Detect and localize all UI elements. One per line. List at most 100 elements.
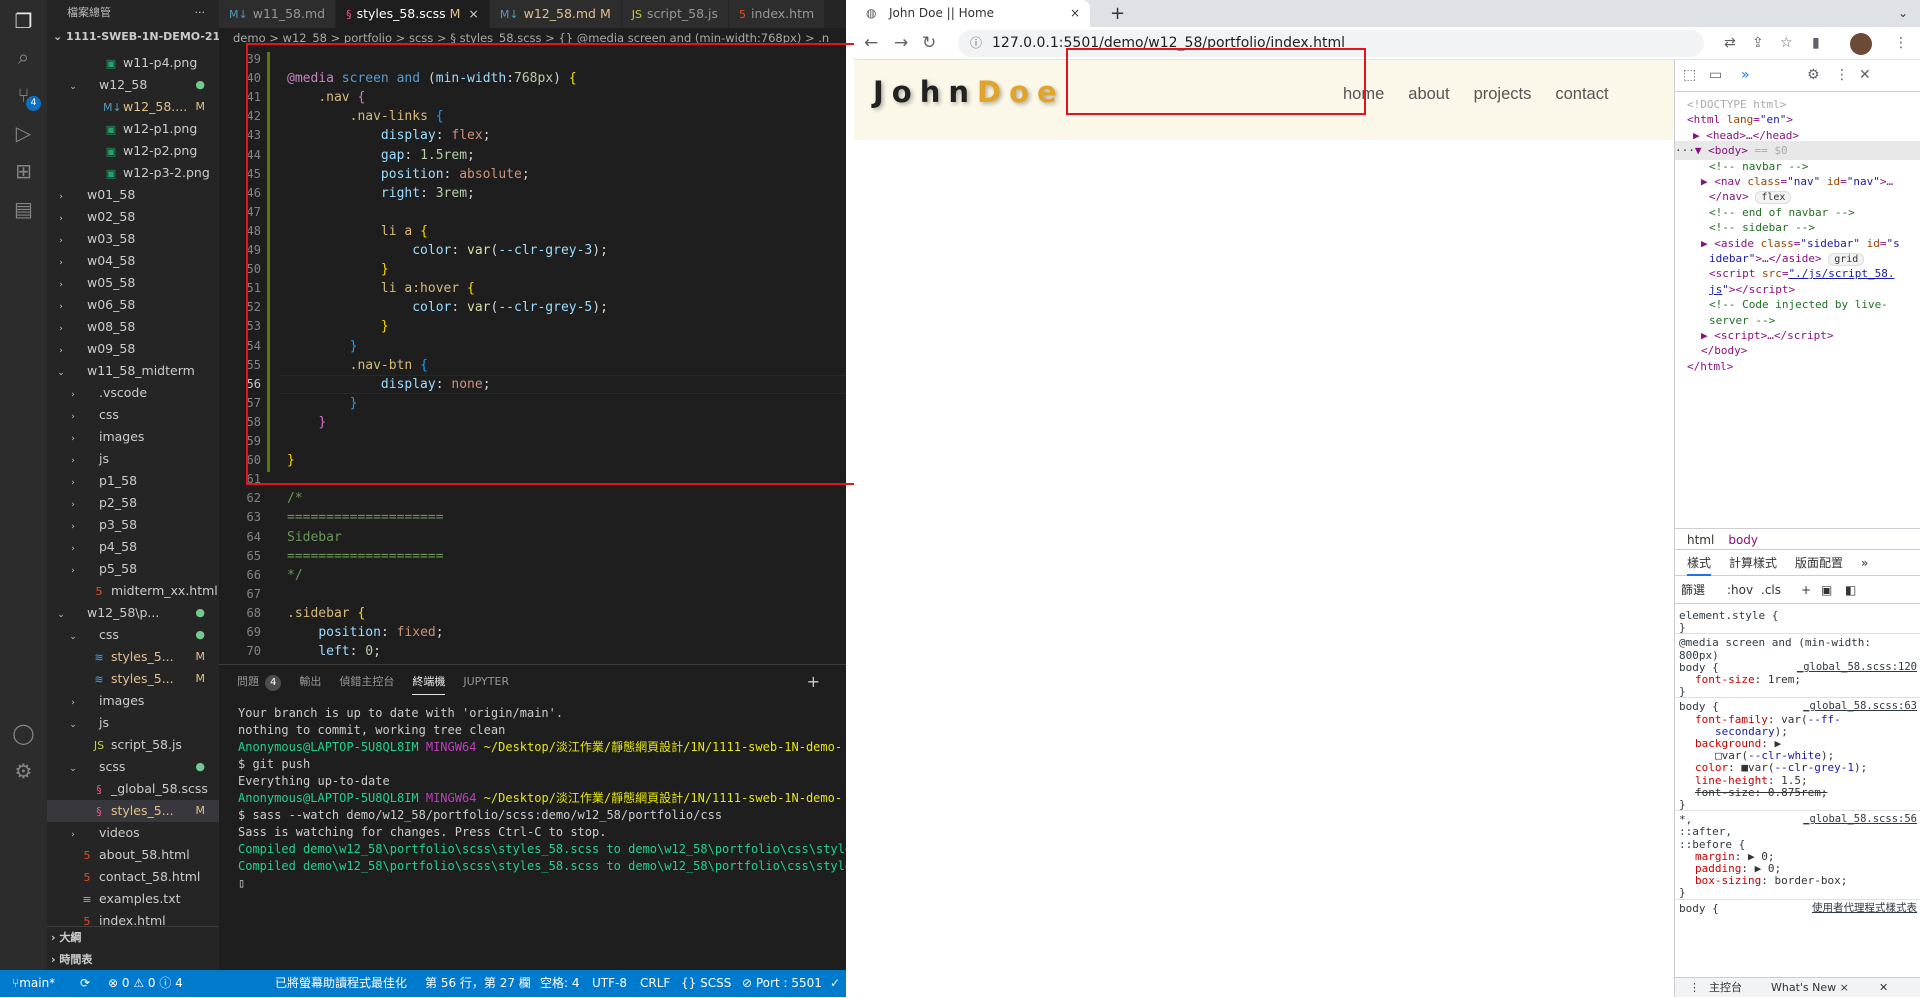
tree-item[interactable]: ≋ styles_5... M — [47, 668, 219, 690]
styles-pane[interactable]: element.style {} @media screen and (min-w… — [1675, 604, 1920, 997]
tree-item[interactable]: ⌄ w12_58 ● — [47, 74, 219, 96]
style-source-link[interactable]: 使用者代理程式樣式表 — [1812, 901, 1917, 916]
close-tab-icon[interactable]: × — [468, 6, 478, 21]
tree-item[interactable]: 5 midterm_xx.html — [47, 580, 219, 602]
settings-gear-icon[interactable]: ⚙ — [10, 758, 37, 785]
tree-item[interactable]: 5 about_58.html — [47, 844, 219, 866]
tree-item[interactable]: › .vscode — [47, 382, 219, 404]
style-line[interactable]: font-size: 1rem; — [1695, 672, 1801, 687]
tree-item[interactable]: › w06_58 — [47, 294, 219, 316]
style-line[interactable]: body { — [1679, 901, 1719, 916]
devtools-settings-icon[interactable]: ⚙ — [1807, 67, 1820, 83]
explorer-icon[interactable]: ❐ — [10, 8, 37, 35]
site-brand[interactable]: JohnDoe — [873, 75, 1065, 109]
tree-item[interactable]: ⌄ css ● — [47, 624, 219, 646]
tree-item[interactable]: § _global_58.scss — [47, 778, 219, 800]
devtools-menu-icon[interactable]: ⋮ — [1835, 67, 1849, 83]
indentation[interactable]: 空格: 4 — [540, 970, 580, 997]
editor-tab[interactable]: M↓ w12_58.md M — [489, 0, 622, 28]
tree-item[interactable]: › videos — [47, 822, 219, 844]
tree-item[interactable]: › w05_58 — [47, 272, 219, 294]
style-line[interactable]: box-sizing: border-box; — [1695, 873, 1847, 888]
drawer-console-tab[interactable]: 主控台 — [1709, 978, 1742, 998]
sync-icon[interactable]: ⟳ — [80, 970, 90, 997]
add-rule-icon[interactable]: + — [1801, 576, 1811, 604]
site-info-icon[interactable]: ⓘ — [970, 30, 982, 57]
color-format-icon[interactable]: ▣ — [1821, 576, 1832, 604]
cursor-position[interactable]: 第 56 行，第 27 欄 — [425, 970, 531, 997]
tree-item[interactable]: › p3_58 — [47, 514, 219, 536]
outline-section[interactable]: › 大綱 — [47, 927, 219, 949]
drawer-whatsnew-tab[interactable]: What's New × — [1771, 978, 1849, 998]
tree-item[interactable]: ≋ styles_5... M — [47, 646, 219, 668]
new-tab-button[interactable]: + — [1110, 0, 1125, 27]
menu-kebab-icon[interactable]: ⋮ — [1894, 27, 1908, 60]
run-debug-icon[interactable]: ▷ — [10, 120, 37, 147]
tree-item[interactable]: JS script_58.js — [47, 734, 219, 756]
forward-arrow-icon[interactable]: → — [894, 27, 908, 60]
styles-tab[interactable]: » — [1861, 556, 1868, 570]
nav-link-about[interactable]: about — [1408, 85, 1449, 104]
tree-item[interactable]: › images — [47, 690, 219, 712]
panel-tab[interactable]: 輸出 — [299, 675, 321, 688]
styles-tab[interactable]: 版面配置 — [1795, 556, 1843, 570]
drawer-close-icon[interactable]: ✕ — [1879, 978, 1888, 998]
close-tab-icon[interactable]: × — [1070, 0, 1080, 27]
workspace-root[interactable]: ⌄ 1111-SWEB-1N-DEMO-211... — [47, 26, 219, 48]
terminal-output[interactable]: Your branch is up to date with 'origin/m… — [219, 699, 846, 892]
tree-item[interactable]: ▣ w12-p3-2.png — [47, 162, 219, 184]
more-actions-icon[interactable]: ··· — [195, 0, 206, 26]
drawer-menu-icon[interactable]: ⋮ — [1689, 981, 1700, 994]
panel-tab[interactable]: 終端機 — [412, 675, 446, 695]
tree-item[interactable]: ⌄ w12_58\p... ● — [47, 602, 219, 624]
styles-tab[interactable]: 樣式 — [1687, 556, 1712, 576]
style-line[interactable]: element.style { — [1679, 608, 1778, 623]
tab-search-icon[interactable]: ⌄ — [1898, 0, 1908, 27]
search-icon[interactable]: ⌕ — [10, 44, 37, 71]
bookmark-star-icon[interactable]: ☆ — [1780, 27, 1793, 60]
tree-item[interactable]: › p5_58 — [47, 558, 219, 580]
dom-crumb-body[interactable]: body — [1728, 533, 1758, 547]
problems-indicator[interactable]: ⊗ 0 ⚠ 0 ⓘ 4 — [108, 970, 183, 997]
nav-link-home[interactable]: home — [1343, 85, 1384, 104]
tree-item[interactable]: › w09_58 — [47, 338, 219, 360]
side-panel-icon[interactable]: ▮ — [1812, 27, 1820, 60]
line-ending[interactable]: CRLF — [640, 970, 670, 997]
address-bar[interactable]: ⓘ 127.0.0.1:5501/demo/w12_58/portfolio/i… — [958, 30, 1704, 57]
tree-item[interactable]: › w03_58 — [47, 228, 219, 250]
editor-tab[interactable]: § styles_58.scss M × — [336, 0, 490, 28]
editor-tab[interactable]: JS script_58.js — [621, 0, 729, 28]
panel-tab[interactable]: JUPYTER — [463, 675, 509, 688]
code-view[interactable]: 39 40 @media screen and (min-width:768px) … — [219, 48, 846, 664]
tree-item[interactable]: ⌄ scss ● — [47, 756, 219, 778]
share-icon[interactable]: ⇪ — [1752, 27, 1764, 60]
nav-link-contact[interactable]: contact — [1555, 85, 1608, 104]
styles-filter-input[interactable]: 篩選 — [1681, 583, 1705, 597]
translate-icon[interactable]: ⇄ — [1724, 27, 1736, 60]
extensions-icon[interactable]: ⊞ — [10, 158, 37, 185]
devtools-close-icon[interactable]: ✕ — [1859, 67, 1871, 83]
tree-item[interactable]: ▣ w12-p1.png — [47, 118, 219, 140]
live-server-port[interactable]: ⊘ Port : 5501 — [742, 970, 822, 997]
browser-tab-active[interactable]: ◍ John Doe || Home × — [854, 0, 1090, 27]
elements-dom-tree[interactable]: <!DOCTYPE html> <html lang="en"> ▶ <head>…… — [1675, 92, 1920, 528]
more-tabs-icon[interactable]: » — [1741, 67, 1750, 83]
panel-tab[interactable]: 問題 4 — [237, 675, 282, 691]
timeline-section[interactable]: › 時間表 — [47, 949, 219, 971]
dom-crumb-html[interactable]: html — [1687, 533, 1714, 547]
tree-item[interactable]: ≡ examples.txt — [47, 888, 219, 910]
tree-item[interactable]: › js — [47, 448, 219, 470]
editor-tab[interactable]: M↓ w11_58.md — [219, 0, 337, 28]
reload-icon[interactable]: ↻ — [922, 27, 936, 60]
branch-indicator[interactable]: ⑂ main* — [12, 970, 55, 997]
tree-item[interactable]: › w08_58 — [47, 316, 219, 338]
encoding[interactable]: UTF-8 — [592, 970, 627, 997]
tree-item[interactable]: 5 contact_58.html — [47, 866, 219, 888]
styles-tab[interactable]: 計算樣式 — [1729, 556, 1777, 570]
toggle-sidebar-icon[interactable]: ◧ — [1845, 576, 1856, 604]
screen-reader-status[interactable]: 已將螢幕助讀程式最佳化 — [275, 970, 407, 997]
language-mode[interactable]: {} SCSS — [681, 970, 731, 997]
account-icon[interactable]: ◯ — [10, 720, 37, 747]
editor-tab[interactable]: 5 index.htm — [728, 0, 826, 28]
tree-item[interactable]: ▣ w11-p4.png — [47, 52, 219, 74]
